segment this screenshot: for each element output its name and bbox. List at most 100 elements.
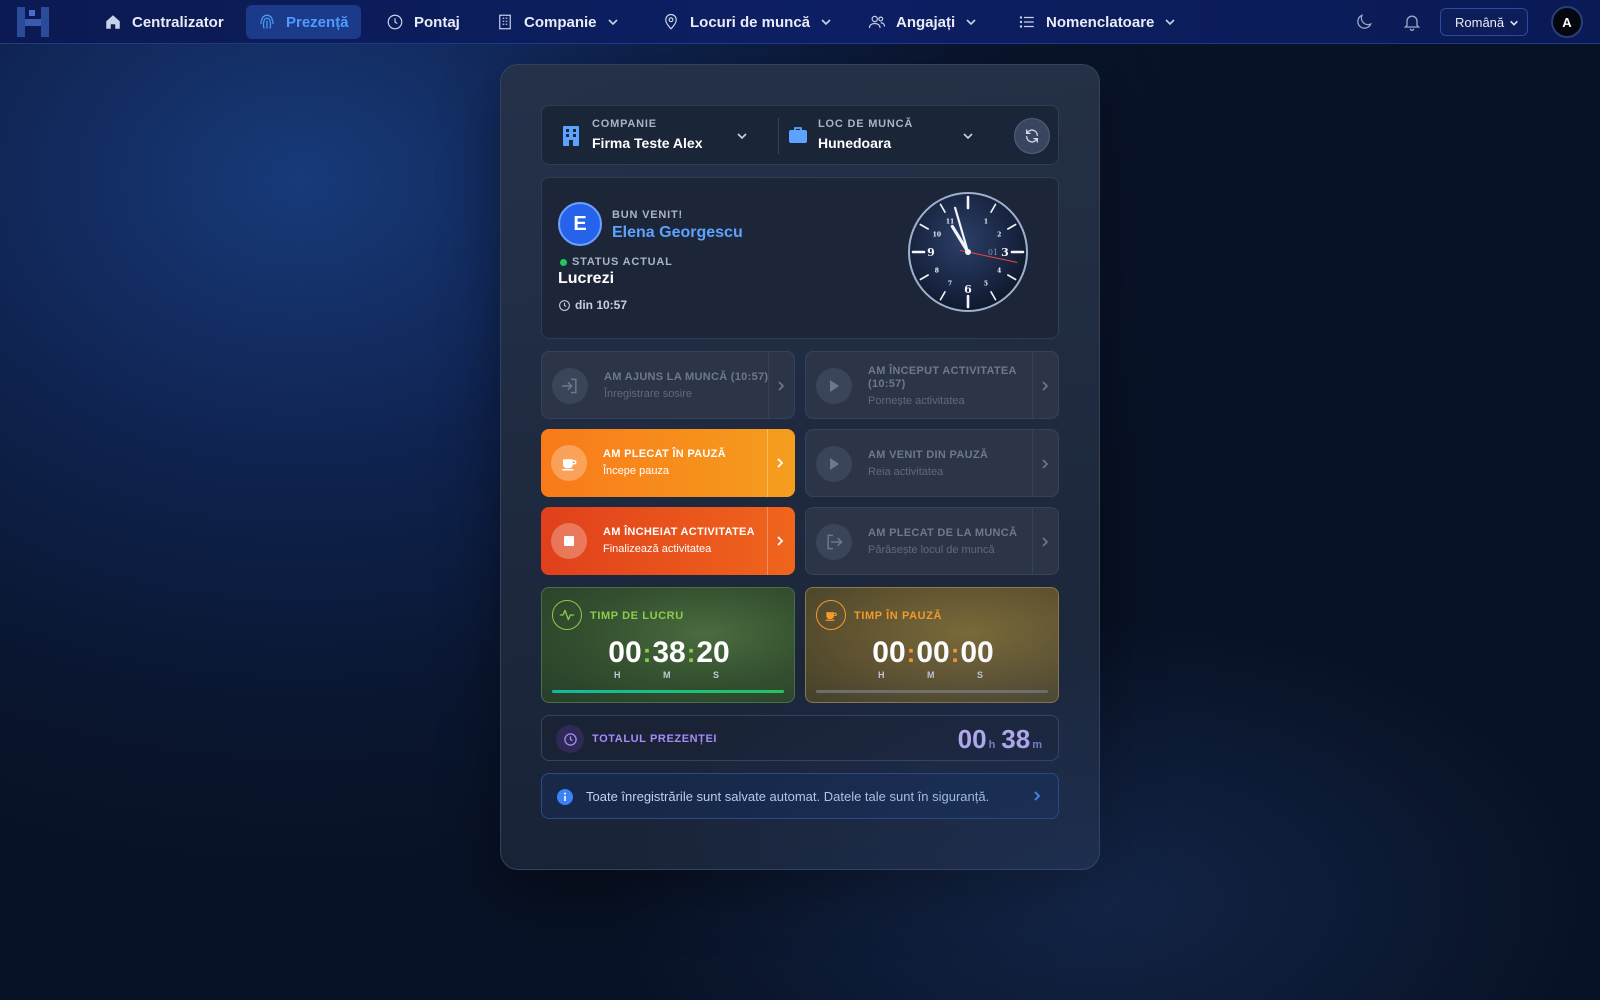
clock-numeral: 6 <box>964 283 972 296</box>
clock-numeral: 2 <box>997 232 1001 239</box>
company-select[interactable]: COMPANIE Firma Teste Alex <box>562 118 758 154</box>
action-separator <box>767 507 768 575</box>
company-value: Firma Teste Alex <box>592 135 703 151</box>
chevron-down-icon <box>1510 20 1518 26</box>
left-work-button[interactable]: AM PLECAT DE LA MUNCĂ Părăsește locul de… <box>805 507 1059 575</box>
end-break-button[interactable]: AM VENIT DIN PAUZĂ Reia activitatea <box>805 429 1059 497</box>
pause-timer-value: 00:00:00 <box>872 636 994 669</box>
play-icon <box>830 380 839 392</box>
pause-timer-label: TIMP ÎN PAUZĂ <box>854 610 943 622</box>
clock-numeral: 11 <box>946 218 954 225</box>
action-title: AM AJUNS LA MUNCĂ (10:57) <box>604 371 769 383</box>
action-separator <box>768 352 769 418</box>
arrived-button[interactable]: AM AJUNS LA MUNCĂ (10:57) Înregistrare s… <box>541 351 795 419</box>
location-select[interactable]: LOC DE MUNCĂ Hunedoara <box>788 118 984 154</box>
status-label: STATUS ACTUAL <box>572 256 673 268</box>
user-avatar[interactable]: A <box>1551 6 1583 38</box>
logout-icon <box>827 534 843 550</box>
briefcase-icon <box>789 127 807 143</box>
clock-date: 01 <box>988 248 998 257</box>
employee-name: Elena Georgescu <box>612 224 743 241</box>
app-logo[interactable] <box>14 4 54 40</box>
total-value: 00 h 38 m <box>958 724 1042 755</box>
nav-companie[interactable]: Companie <box>484 5 631 39</box>
started-activity-button[interactable]: AM ÎNCEPUT ACTIVITATEA (10:57) Pornește … <box>805 351 1059 419</box>
notifications-button[interactable] <box>1400 10 1424 34</box>
nav-label: Pontaj <box>414 13 460 31</box>
unit-seconds: S <box>977 670 984 680</box>
status-since: din 10:57 <box>558 298 627 312</box>
work-minutes: 38 <box>652 636 686 669</box>
chevron-down-icon <box>821 19 831 26</box>
action-subtitle: Finalizează activitatea <box>603 543 712 555</box>
clock-numeral: 7 <box>948 281 952 288</box>
clock-icon <box>563 732 577 746</box>
pause-timer: TIMP ÎN PAUZĂ 00:00:00 H M S <box>805 587 1059 703</box>
nav-locuri-de-munca[interactable]: Locuri de muncă <box>650 5 844 39</box>
theme-toggle-button[interactable] <box>1352 10 1376 34</box>
nav-label: Locuri de muncă <box>690 13 811 31</box>
chevron-down-icon <box>1165 19 1175 26</box>
action-subtitle: Începe pauza <box>603 465 670 477</box>
nav-label: Angajați <box>896 13 956 31</box>
nav-label: Centralizator <box>132 13 224 31</box>
activity-icon <box>559 609 575 621</box>
chevron-right-icon <box>1042 459 1049 469</box>
location-label: LOC DE MUNCĂ <box>818 118 914 130</box>
welcome-label: BUN VENIT! <box>612 209 683 221</box>
nav-label: Prezență <box>286 13 349 31</box>
refresh-button[interactable] <box>1014 118 1050 154</box>
welcome-panel: E BUN VENIT! Elena Georgescu STATUS ACTU… <box>541 177 1059 339</box>
total-minutes: 38 <box>1001 724 1031 754</box>
clock-icon-wrap <box>556 725 584 753</box>
clock-icon <box>559 299 570 311</box>
clock-numeral: 1 <box>984 218 988 225</box>
users-icon <box>868 15 886 29</box>
action-title: AM PLECAT DE LA MUNCĂ <box>868 527 1018 539</box>
chevron-right-icon <box>1042 537 1049 547</box>
start-break-button[interactable]: AM PLECAT ÎN PAUZĂ Începe pauza <box>541 429 795 497</box>
chevron-right-icon <box>1034 791 1041 801</box>
list-icon <box>1019 16 1034 28</box>
clock-numeral: 8 <box>935 268 939 275</box>
nav-angajati[interactable]: Angajați <box>856 5 989 39</box>
nav-centralizator[interactable]: Centralizator <box>92 5 236 39</box>
nav-pontaj[interactable]: Pontaj <box>374 5 472 39</box>
info-text: Toate înregistrările sunt salvate automa… <box>586 789 990 804</box>
action-separator <box>767 429 768 497</box>
pause-seconds: 00 <box>960 636 994 669</box>
pause-progress-bar <box>816 690 1048 693</box>
play-icon-wrap <box>816 368 852 404</box>
work-timer-label: TIMP DE LUCRU <box>590 610 684 622</box>
home-icon <box>106 15 120 29</box>
play-icon-wrap <box>816 446 852 482</box>
nav-label: Companie <box>524 13 597 31</box>
chevron-down-icon <box>963 133 973 140</box>
action-subtitle: Pornește activitatea <box>868 395 965 407</box>
logout-icon-wrap <box>816 524 852 560</box>
action-title: AM ÎNCHEIAT ACTIVITATEA <box>603 526 755 538</box>
unit-hours: H <box>614 670 621 680</box>
action-title: AM VENIT DIN PAUZĂ <box>868 449 989 461</box>
status-value: Lucrezi <box>558 270 615 287</box>
selector-divider <box>778 118 779 154</box>
coffee-icon <box>825 612 837 621</box>
analog-clock: 123456789101101 <box>908 192 1028 312</box>
company-location-selector: COMPANIE Firma Teste Alex LOC DE MUNCĂ H… <box>541 105 1059 165</box>
clock-icon <box>387 14 403 30</box>
autosave-info-banner[interactable]: Toate înregistrările sunt salvate automa… <box>541 773 1059 819</box>
login-icon <box>561 378 577 394</box>
action-subtitle: Părăsește locul de muncă <box>868 544 995 556</box>
clock-numeral: 10 <box>933 232 941 239</box>
total-presence: TOTALUL PREZENȚEI 00 h 38 m <box>541 715 1059 761</box>
nav-prezenta[interactable]: Prezență <box>246 5 361 39</box>
action-title: AM PLECAT ÎN PAUZĂ <box>603 448 726 460</box>
language-select[interactable]: Română <box>1440 8 1528 36</box>
company-label: COMPANIE <box>592 118 657 130</box>
clock-numeral: 3 <box>1001 246 1009 259</box>
chevron-right-icon <box>777 536 784 546</box>
end-activity-button[interactable]: AM ÎNCHEIAT ACTIVITATEA Finalizează acti… <box>541 507 795 575</box>
nav-nomenclatoare[interactable]: Nomenclatoare <box>1006 5 1188 39</box>
pause-hours: 00 <box>872 636 906 669</box>
refresh-icon <box>1026 129 1038 143</box>
